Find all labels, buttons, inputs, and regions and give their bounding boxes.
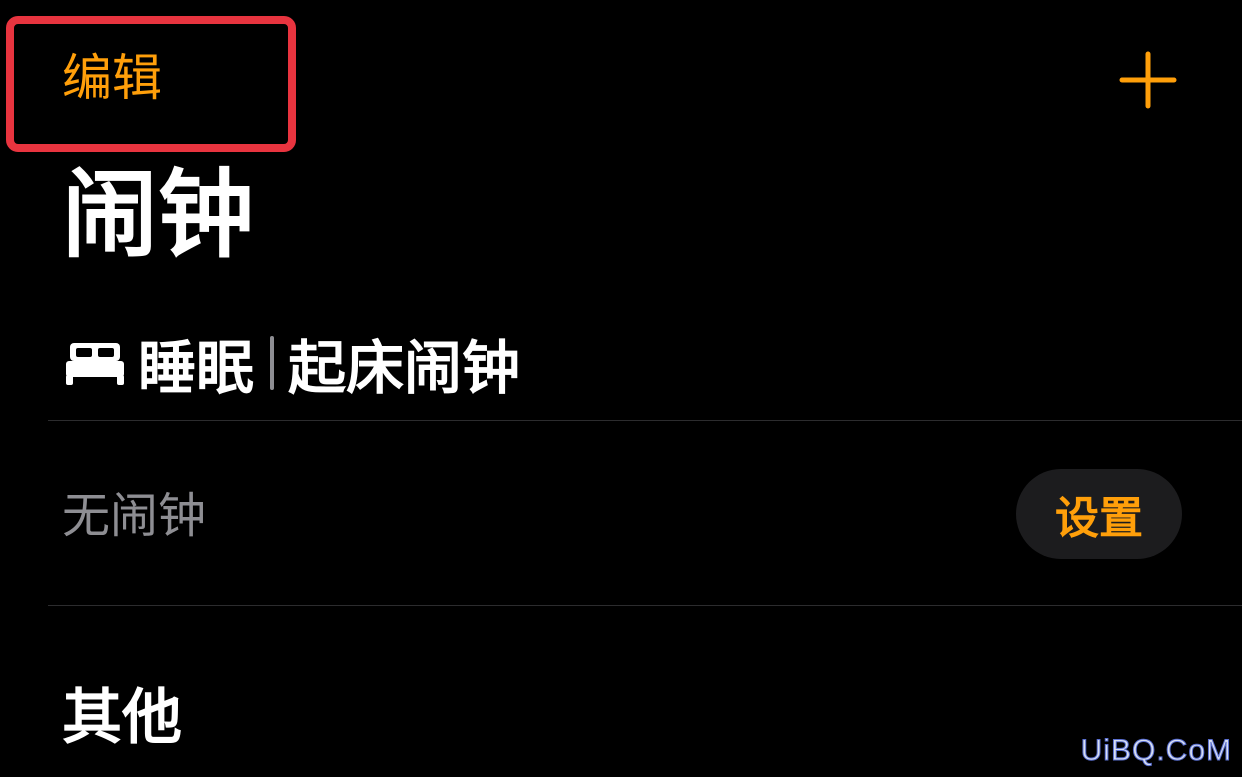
- bed-icon: [64, 339, 126, 387]
- title-separator: [270, 336, 275, 390]
- page-title: 闹钟: [62, 159, 254, 271]
- no-alarm-label: 无闹钟: [62, 488, 207, 544]
- sleep-title: 睡眠: [138, 334, 255, 402]
- plus-icon: [1118, 50, 1178, 110]
- wake-up-alarm-title: 起床闹钟: [288, 334, 521, 402]
- divider: [48, 605, 1242, 606]
- watermark: UiBQ.CoM: [1080, 734, 1232, 768]
- set-button[interactable]: 设置: [1016, 469, 1182, 559]
- sleep-section-header: 睡眠 起床闹钟: [64, 328, 520, 402]
- divider: [48, 420, 1242, 421]
- other-section-title: 其他: [62, 683, 182, 753]
- add-button[interactable]: [1118, 50, 1178, 110]
- edit-button[interactable]: 编辑: [62, 48, 162, 108]
